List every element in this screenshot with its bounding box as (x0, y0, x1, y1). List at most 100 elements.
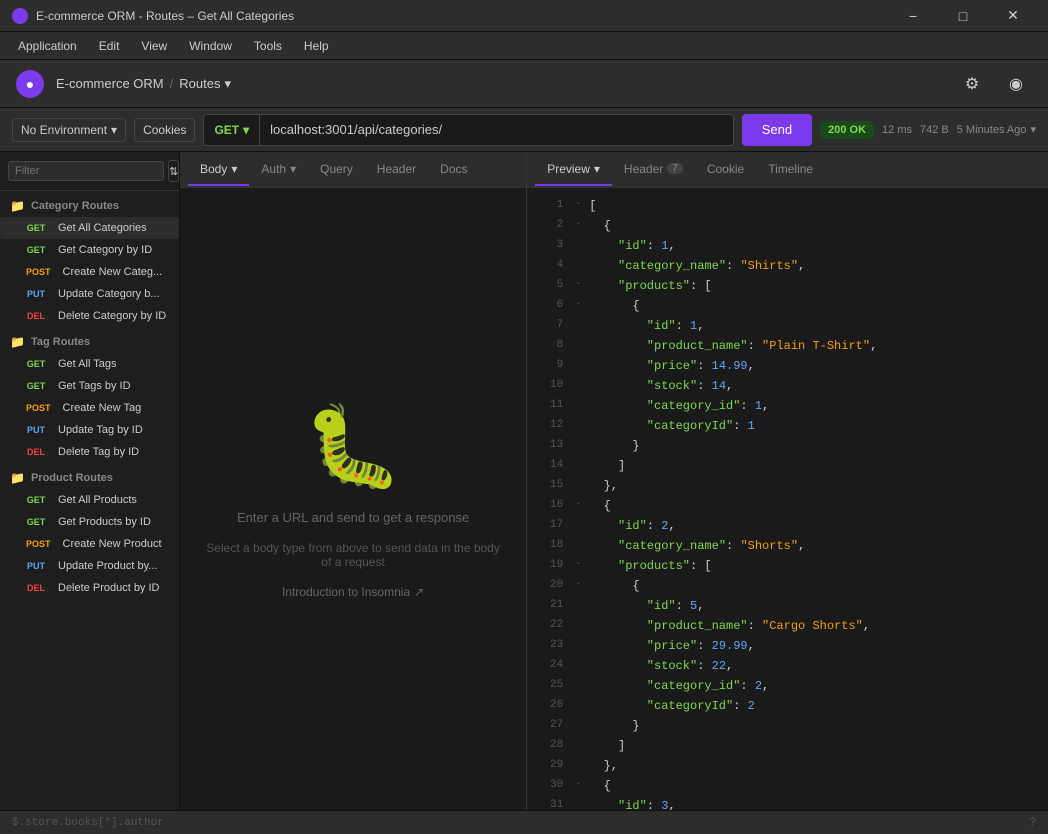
json-line: 12 "categoryId": 1 (527, 416, 1048, 436)
send-button[interactable]: Send (742, 114, 812, 146)
json-line: 29 }, (527, 756, 1048, 776)
method-badge-get: GET (22, 222, 50, 234)
sidebar-item-get-all-tags[interactable]: GET Get All Tags (0, 353, 179, 375)
external-link-icon: ↗ (414, 585, 424, 599)
method-badge-put: PUT (22, 288, 50, 300)
method-badge-get: GET (22, 244, 50, 256)
method-label: GET (214, 123, 239, 137)
method-badge-get: GET (22, 380, 50, 392)
category-routes-label: Category Routes (31, 200, 119, 212)
method-badge-del: DEL (22, 446, 50, 458)
tab-cookie-label: Cookie (707, 162, 744, 176)
sidebar-item-delete-product[interactable]: DEL Delete Product by ID (0, 577, 179, 599)
sidebar-item-get-tags-by-id[interactable]: GET Get Tags by ID (0, 375, 179, 397)
sidebar-item-update-tag[interactable]: PUT Update Tag by ID (0, 419, 179, 441)
product-routes-group: 📁 Product Routes GET Get All Products GE… (0, 463, 179, 599)
request-panel: Body ▾ Auth ▾ Query Header Docs (180, 152, 527, 810)
json-line: 18 "category_name": "Shorts", (527, 536, 1048, 556)
tab-body[interactable]: Body ▾ (188, 154, 249, 186)
time-ago[interactable]: 5 Minutes Ago ▾ (957, 123, 1036, 136)
json-line: 9 "price": 14.99, (527, 356, 1048, 376)
sidebar-item-get-category-by-id[interactable]: GET Get Category by ID (0, 239, 179, 261)
filter-input[interactable] (8, 161, 164, 181)
sidebar-item-delete-tag[interactable]: DEL Delete Tag by ID (0, 441, 179, 463)
json-line: 24 "stock": 22, (527, 656, 1048, 676)
sidebar-item-update-category[interactable]: PUT Update Category b... (0, 283, 179, 305)
sidebar-item-delete-category[interactable]: DEL Delete Category by ID (0, 305, 179, 327)
breadcrumb: E-commerce ORM / Routes ▾ (56, 76, 231, 92)
request-body: 🐛 Enter a URL and send to get a response… (180, 188, 526, 810)
item-label: Delete Product by ID (58, 582, 160, 594)
item-label: Create New Product (63, 538, 162, 550)
tab-header[interactable]: Header (365, 154, 428, 186)
header-actions: ⚙ ◉ (956, 68, 1032, 100)
tab-timeline[interactable]: Timeline (756, 154, 825, 186)
maximize-button[interactable]: □ (940, 0, 986, 32)
method-selector[interactable]: GET ▾ (204, 115, 260, 145)
tab-auth-dropdown: ▾ (290, 162, 296, 176)
tab-query-label: Query (320, 162, 353, 176)
app-header: ● E-commerce ORM / Routes ▾ ⚙ ◉ (0, 60, 1048, 108)
item-label: Create New Categ... (63, 266, 163, 278)
menu-help[interactable]: Help (294, 35, 339, 57)
tab-response-header[interactable]: Header 7 (612, 154, 695, 186)
settings-button[interactable]: ⚙ (956, 68, 988, 100)
request-tabs: Body ▾ Auth ▾ Query Header Docs (180, 152, 526, 188)
sidebar-item-get-all-categories[interactable]: GET Get All Categories (0, 217, 179, 239)
minimize-button[interactable]: − (890, 0, 936, 32)
product-routes-header[interactable]: 📁 Product Routes (0, 463, 179, 489)
filter-sort-button[interactable]: ⇅ (168, 160, 179, 182)
json-line: 5 - "products": [ (527, 276, 1048, 296)
json-line: 2 - { (527, 216, 1048, 236)
url-input[interactable] (260, 115, 733, 145)
time-ago-label: 5 Minutes Ago (957, 124, 1027, 136)
sidebar-item-create-new-product[interactable]: POST Create New Product (0, 533, 179, 555)
environment-selector[interactable]: No Environment ▾ (12, 118, 126, 142)
cookies-button[interactable]: Cookies (134, 118, 195, 142)
close-button[interactable]: ✕ (990, 0, 1036, 32)
tab-auth[interactable]: Auth ▾ (249, 154, 308, 186)
method-badge-post: POST (22, 538, 55, 550)
split-pane: Body ▾ Auth ▾ Query Header Docs (180, 152, 1048, 810)
json-line: 3 "id": 1, (527, 236, 1048, 256)
json-line: 7 "id": 1, (527, 316, 1048, 336)
statusbar-help: ? (1029, 817, 1036, 829)
json-line: 27 } (527, 716, 1048, 736)
tag-routes-header[interactable]: 📁 Tag Routes (0, 327, 179, 353)
sidebar-item-create-new-category[interactable]: POST Create New Categ... (0, 261, 179, 283)
method-badge-post: POST (22, 266, 55, 278)
toolbar: No Environment ▾ Cookies GET ▾ Send 200 … (0, 108, 1048, 152)
category-routes-header[interactable]: 📁 Category Routes (0, 191, 179, 217)
method-badge-put: PUT (22, 560, 50, 572)
sidebar-item-get-products-by-id[interactable]: GET Get Products by ID (0, 511, 179, 533)
method-badge-put: PUT (22, 424, 50, 436)
user-button[interactable]: ◉ (1000, 68, 1032, 100)
tab-body-dropdown: ▾ (231, 162, 237, 176)
item-label: Get All Categories (58, 222, 147, 234)
json-line: 26 "categoryId": 2 (527, 696, 1048, 716)
menu-tools[interactable]: Tools (244, 35, 292, 57)
intro-link[interactable]: Introduction to Insomnia ↗ (282, 585, 424, 599)
json-line: 25 "category_id": 2, (527, 676, 1048, 696)
folder-icon: 📁 (10, 471, 25, 485)
menu-window[interactable]: Window (179, 35, 242, 57)
json-line: 19 - "products": [ (527, 556, 1048, 576)
sidebar-item-update-product[interactable]: PUT Update Product by... (0, 555, 179, 577)
menu-view[interactable]: View (131, 35, 177, 57)
menu-application[interactable]: Application (8, 35, 87, 57)
json-line: 17 "id": 2, (527, 516, 1048, 536)
sidebar-item-get-all-products[interactable]: GET Get All Products (0, 489, 179, 511)
json-line: 13 } (527, 436, 1048, 456)
tab-preview[interactable]: Preview ▾ (535, 154, 612, 186)
item-label: Get All Products (58, 494, 137, 506)
tab-query[interactable]: Query (308, 154, 365, 186)
menu-edit[interactable]: Edit (89, 35, 130, 57)
method-dropdown-icon: ▾ (243, 123, 249, 137)
body-hint-2: Select a body type from above to send da… (200, 541, 506, 569)
tag-routes-label: Tag Routes (31, 336, 90, 348)
item-label: Update Product by... (58, 560, 157, 572)
tab-cookie[interactable]: Cookie (695, 154, 756, 186)
tab-docs[interactable]: Docs (428, 154, 479, 186)
current-route[interactable]: Routes ▾ (179, 76, 231, 92)
sidebar-item-create-new-tag[interactable]: POST Create New Tag (0, 397, 179, 419)
